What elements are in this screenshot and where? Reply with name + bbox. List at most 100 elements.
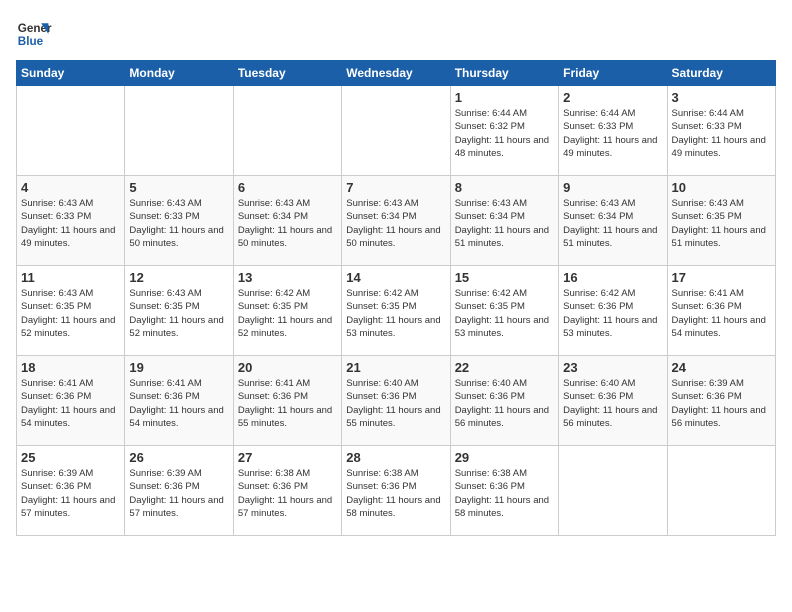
day-info: Sunrise: 6:43 AMSunset: 6:35 PMDaylight:… [129, 287, 228, 340]
calendar-cell: 2 Sunrise: 6:44 AMSunset: 6:33 PMDaylight… [559, 86, 667, 176]
day-number: 20 [238, 360, 337, 375]
calendar-cell: 12 Sunrise: 6:43 AMSunset: 6:35 PMDayligh… [125, 266, 233, 356]
calendar-cell: 20 Sunrise: 6:41 AMSunset: 6:36 PMDayligh… [233, 356, 341, 446]
day-info: Sunrise: 6:39 AMSunset: 6:36 PMDaylight:… [672, 377, 771, 430]
day-number: 3 [672, 90, 771, 105]
page-header: General Blue [16, 16, 776, 52]
day-number: 10 [672, 180, 771, 195]
weekday-header-saturday: Saturday [667, 61, 775, 86]
day-number: 22 [455, 360, 554, 375]
calendar-cell: 25 Sunrise: 6:39 AMSunset: 6:36 PMDayligh… [17, 446, 125, 536]
day-info: Sunrise: 6:43 AMSunset: 6:34 PMDaylight:… [238, 197, 337, 250]
calendar-cell: 14 Sunrise: 6:42 AMSunset: 6:35 PMDayligh… [342, 266, 450, 356]
day-info: Sunrise: 6:43 AMSunset: 6:34 PMDaylight:… [346, 197, 445, 250]
day-number: 5 [129, 180, 228, 195]
day-number: 25 [21, 450, 120, 465]
day-number: 24 [672, 360, 771, 375]
day-number: 18 [21, 360, 120, 375]
day-number: 7 [346, 180, 445, 195]
calendar-cell: 13Sunrise: 6:42 AMSunset: 6:35 PMDayligh… [233, 266, 341, 356]
day-number: 26 [129, 450, 228, 465]
day-info: Sunrise: 6:40 AMSunset: 6:36 PMDaylight:… [346, 377, 445, 430]
day-number: 15 [455, 270, 554, 285]
calendar-cell: 17 Sunrise: 6:41 AMSunset: 6:36 PMDayligh… [667, 266, 775, 356]
calendar-cell [233, 86, 341, 176]
calendar-cell: 22 Sunrise: 6:40 AMSunset: 6:36 PMDayligh… [450, 356, 558, 446]
weekday-header-tuesday: Tuesday [233, 61, 341, 86]
weekday-header-monday: Monday [125, 61, 233, 86]
svg-text:Blue: Blue [18, 35, 44, 48]
day-number: 21 [346, 360, 445, 375]
day-number: 13 [238, 270, 337, 285]
day-info: Sunrise: 6:42 AMSunset: 6:35 PMDaylight:… [346, 287, 445, 340]
day-number: 23 [563, 360, 662, 375]
calendar-cell: 16Sunrise: 6:42 AMSunset: 6:36 PMDayligh… [559, 266, 667, 356]
calendar-cell: 23 Sunrise: 6:40 AMSunset: 6:36 PMDayligh… [559, 356, 667, 446]
day-info: Sunrise: 6:44 AMSunset: 6:32 PMDaylight:… [455, 107, 554, 160]
calendar-cell: 28 Sunrise: 6:38 AMSunset: 6:36 PMDayligh… [342, 446, 450, 536]
day-number: 11 [21, 270, 120, 285]
day-info: Sunrise: 6:41 AMSunset: 6:36 PMDaylight:… [238, 377, 337, 430]
calendar-cell: 9 Sunrise: 6:43 AMSunset: 6:34 PMDaylight… [559, 176, 667, 266]
day-info: Sunrise: 6:43 AMSunset: 6:35 PMDaylight:… [21, 287, 120, 340]
day-info: Sunrise: 6:38 AMSunset: 6:36 PMDaylight:… [346, 467, 445, 520]
day-info: Sunrise: 6:39 AMSunset: 6:36 PMDaylight:… [129, 467, 228, 520]
day-number: 12 [129, 270, 228, 285]
day-number: 19 [129, 360, 228, 375]
day-number: 27 [238, 450, 337, 465]
calendar-cell [17, 86, 125, 176]
calendar-cell: 1 Sunrise: 6:44 AMSunset: 6:32 PMDaylight… [450, 86, 558, 176]
day-number: 6 [238, 180, 337, 195]
calendar-cell [342, 86, 450, 176]
calendar-cell: 4Sunrise: 6:43 AMSunset: 6:33 PMDaylight… [17, 176, 125, 266]
day-info: Sunrise: 6:38 AMSunset: 6:36 PMDaylight:… [238, 467, 337, 520]
day-info: Sunrise: 6:43 AMSunset: 6:34 PMDaylight:… [563, 197, 662, 250]
calendar-cell: 29 Sunrise: 6:38 AMSunset: 6:36 PMDayligh… [450, 446, 558, 536]
calendar-cell: 8 Sunrise: 6:43 AMSunset: 6:34 PMDaylight… [450, 176, 558, 266]
weekday-header-wednesday: Wednesday [342, 61, 450, 86]
day-number: 8 [455, 180, 554, 195]
day-info: Sunrise: 6:41 AMSunset: 6:36 PMDaylight:… [672, 287, 771, 340]
weekday-header-friday: Friday [559, 61, 667, 86]
day-info: Sunrise: 6:38 AMSunset: 6:36 PMDaylight:… [455, 467, 554, 520]
calendar-table: SundayMondayTuesdayWednesdayThursdayFrid… [16, 60, 776, 536]
calendar-cell: 18 Sunrise: 6:41 AMSunset: 6:36 PMDayligh… [17, 356, 125, 446]
day-number: 2 [563, 90, 662, 105]
day-number: 14 [346, 270, 445, 285]
calendar-cell: 10 Sunrise: 6:43 AMSunset: 6:35 PMDayligh… [667, 176, 775, 266]
day-number: 4 [21, 180, 120, 195]
calendar-cell [559, 446, 667, 536]
day-info: Sunrise: 6:41 AMSunset: 6:36 PMDaylight:… [129, 377, 228, 430]
calendar-cell: 27 Sunrise: 6:38 AMSunset: 6:36 PMDayligh… [233, 446, 341, 536]
calendar-cell: 19 Sunrise: 6:41 AMSunset: 6:36 PMDayligh… [125, 356, 233, 446]
day-info: Sunrise: 6:39 AMSunset: 6:36 PMDaylight:… [21, 467, 120, 520]
logo-icon: General Blue [16, 16, 52, 52]
calendar-cell: 26 Sunrise: 6:39 AMSunset: 6:36 PMDayligh… [125, 446, 233, 536]
calendar-cell: 15 Sunrise: 6:42 AMSunset: 6:35 PMDayligh… [450, 266, 558, 356]
calendar-cell: 21 Sunrise: 6:40 AMSunset: 6:36 PMDayligh… [342, 356, 450, 446]
calendar-cell: 6 Sunrise: 6:43 AMSunset: 6:34 PMDaylight… [233, 176, 341, 266]
day-info: Sunrise: 6:42 AMSunset: 6:35 PMDaylight:… [455, 287, 554, 340]
day-number: 29 [455, 450, 554, 465]
day-number: 17 [672, 270, 771, 285]
calendar-cell [667, 446, 775, 536]
day-info: Sunrise: 6:43 AMSunset: 6:33 PMDaylight:… [129, 197, 228, 250]
day-info: Sunrise: 6:44 AMSunset: 6:33 PMDaylight:… [672, 107, 771, 160]
calendar-cell [125, 86, 233, 176]
day-number: 28 [346, 450, 445, 465]
day-number: 9 [563, 180, 662, 195]
day-info: Sunrise: 6:43 AMSunset: 6:35 PMDaylight:… [672, 197, 771, 250]
day-info: Sunrise: 6:40 AMSunset: 6:36 PMDaylight:… [455, 377, 554, 430]
day-info: Sunrise: 6:41 AMSunset: 6:36 PMDaylight:… [21, 377, 120, 430]
day-number: 16 [563, 270, 662, 285]
calendar-cell: 7 Sunrise: 6:43 AMSunset: 6:34 PMDaylight… [342, 176, 450, 266]
calendar-cell: 24 Sunrise: 6:39 AMSunset: 6:36 PMDayligh… [667, 356, 775, 446]
day-number: 1 [455, 90, 554, 105]
logo: General Blue [16, 16, 52, 52]
day-info: Sunrise: 6:43 AMSunset: 6:34 PMDaylight:… [455, 197, 554, 250]
weekday-header-sunday: Sunday [17, 61, 125, 86]
day-info: Sunrise: 6:44 AMSunset: 6:33 PMDaylight:… [563, 107, 662, 160]
day-info: Sunrise: 6:40 AMSunset: 6:36 PMDaylight:… [563, 377, 662, 430]
calendar-cell: 5 Sunrise: 6:43 AMSunset: 6:33 PMDaylight… [125, 176, 233, 266]
weekday-header-thursday: Thursday [450, 61, 558, 86]
